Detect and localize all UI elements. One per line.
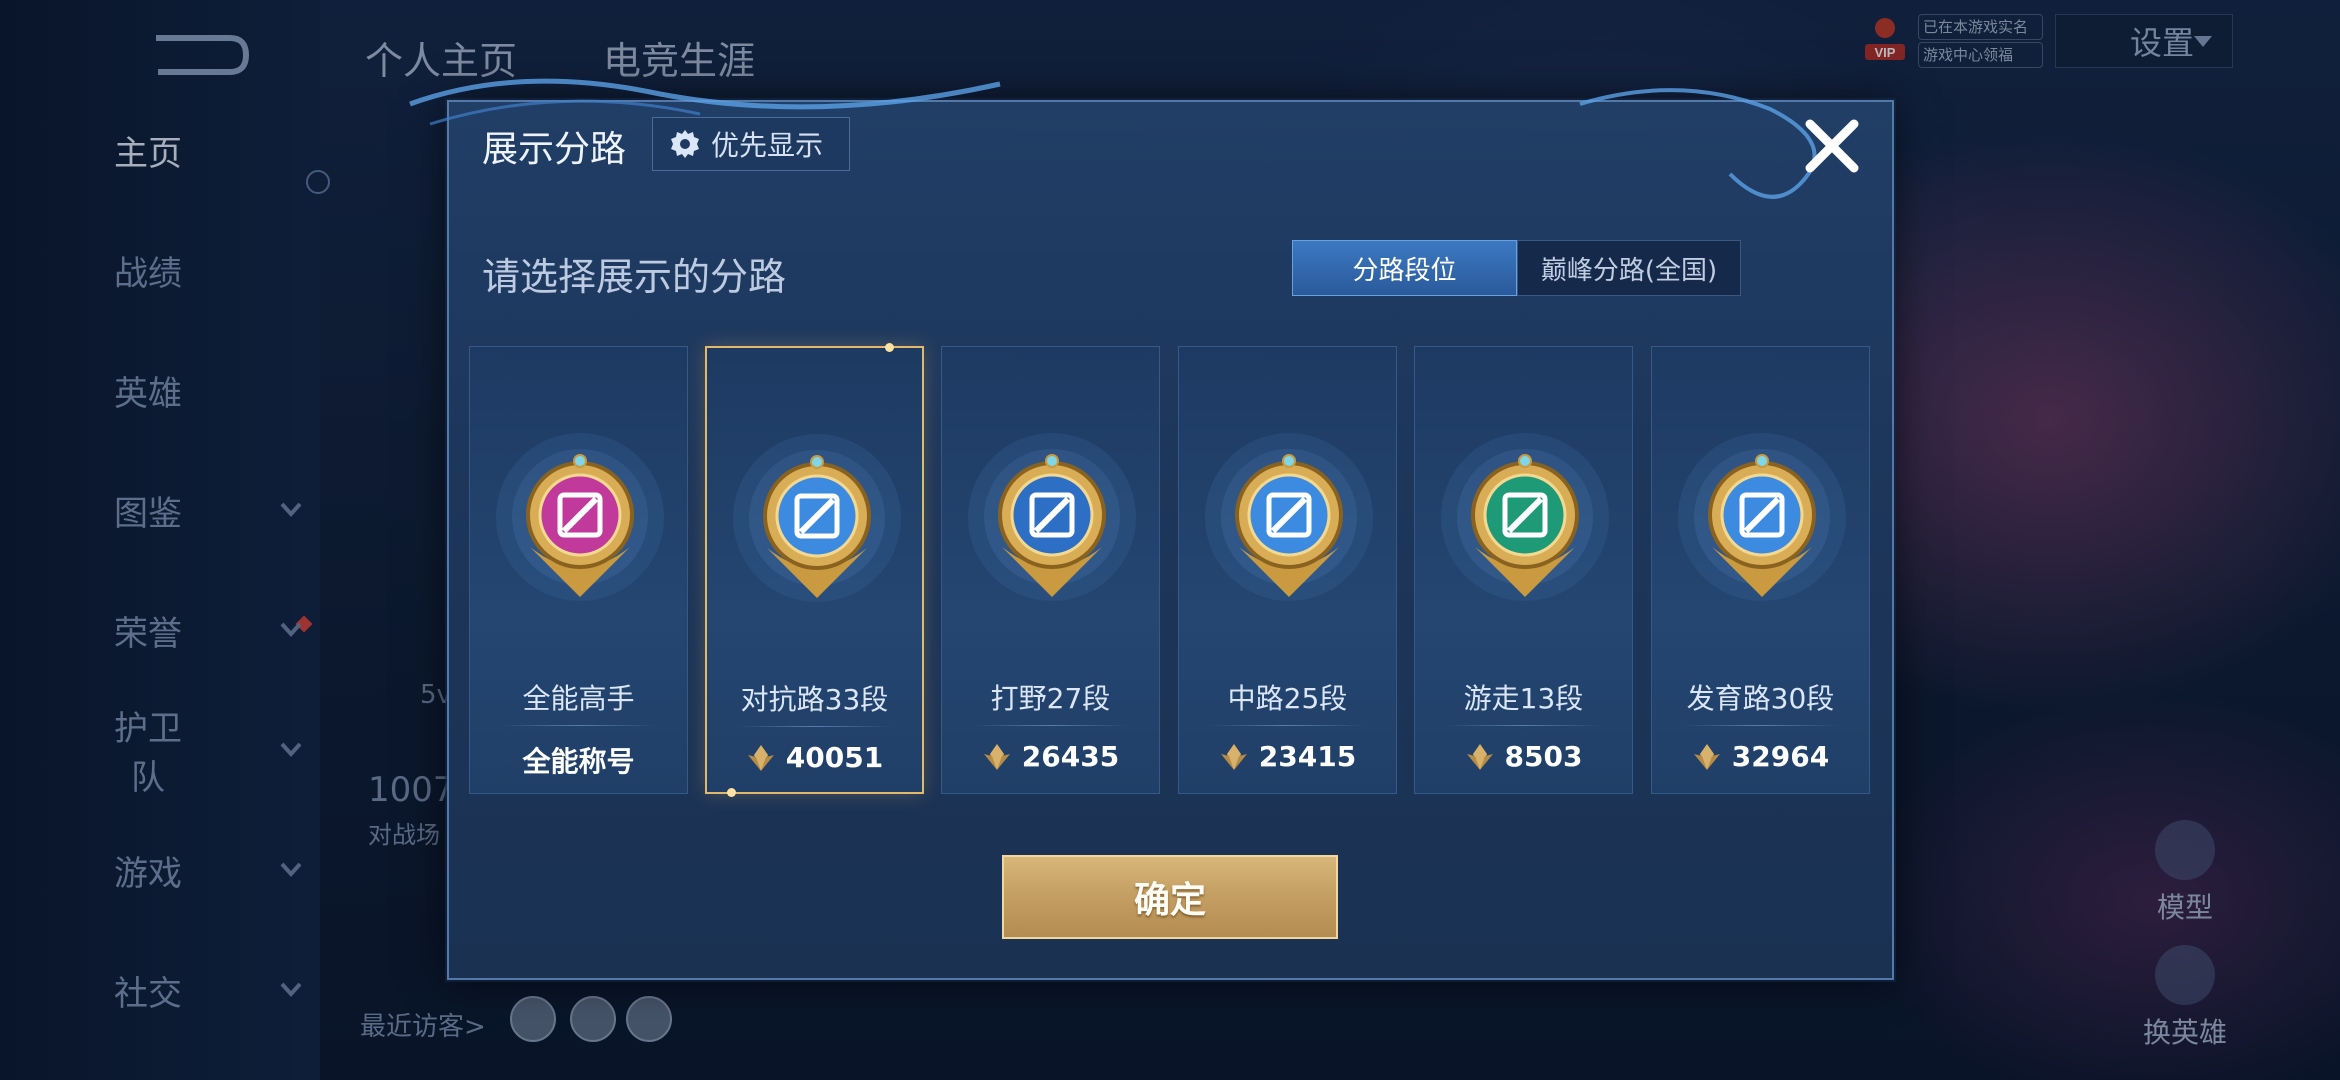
rank-point-icon bbox=[1693, 743, 1720, 770]
role-card-name: 对抗路33段 bbox=[740, 683, 889, 716]
role-card-score: 全能称号 bbox=[470, 740, 687, 780]
tab-peak-role-national[interactable]: 巅峰分路(全国) bbox=[1517, 240, 1741, 296]
divider bbox=[500, 725, 657, 726]
role-card-score: 23415 bbox=[1179, 740, 1396, 773]
role-card-score-value: 8503 bbox=[1504, 740, 1583, 773]
divider bbox=[1209, 725, 1366, 726]
confirm-button[interactable]: 确定 bbox=[1002, 855, 1338, 939]
role-card[interactable]: 打野27段 26435 bbox=[941, 346, 1160, 794]
dialog-subtitle: 请选择展示的分路 bbox=[482, 255, 787, 299]
divider bbox=[972, 725, 1129, 726]
dragon-icon bbox=[968, 433, 1136, 601]
divider bbox=[1682, 725, 1839, 726]
role-card[interactable]: 全能高手 全能称号 bbox=[469, 346, 688, 794]
crossed-swords-icon bbox=[733, 434, 901, 602]
role-card-score: 26435 bbox=[942, 740, 1159, 773]
rank-point-icon bbox=[983, 743, 1010, 770]
selection-corner bbox=[727, 788, 736, 797]
rank-point-icon bbox=[1466, 743, 1493, 770]
role-card-score-value: 40051 bbox=[785, 741, 884, 774]
gear-icon bbox=[671, 130, 699, 158]
dialog-title: 展示分路 bbox=[482, 129, 627, 170]
priority-display-label: 优先显示 bbox=[711, 129, 824, 162]
role-card[interactable]: 发育路30段 32964 bbox=[1651, 346, 1870, 794]
wings-icon bbox=[1441, 433, 1609, 601]
divider bbox=[737, 726, 892, 727]
role-card-score: 32964 bbox=[1652, 740, 1869, 773]
staff-icon bbox=[1205, 433, 1373, 601]
role-card-name: 全能高手 bbox=[522, 682, 635, 715]
role-card-score-value: 23415 bbox=[1258, 740, 1357, 773]
target-icon bbox=[1678, 433, 1846, 601]
selection-corner bbox=[885, 343, 894, 352]
role-card-score-value: 32964 bbox=[1731, 740, 1830, 773]
divider bbox=[1445, 725, 1602, 726]
role-card-name: 打野27段 bbox=[990, 682, 1111, 715]
role-card-name: 发育路30段 bbox=[1686, 682, 1835, 715]
role-card-score-value: 26435 bbox=[1021, 740, 1120, 773]
role-card[interactable]: 对抗路33段 40051 bbox=[705, 343, 924, 797]
role-card-name: 中路25段 bbox=[1227, 682, 1348, 715]
priority-display-button[interactable]: 优先显示 bbox=[652, 117, 850, 171]
tab-role-rank[interactable]: 分路段位 bbox=[1292, 240, 1517, 296]
rune-icon bbox=[496, 433, 664, 601]
role-card-score: 8503 bbox=[1415, 740, 1632, 773]
close-icon[interactable] bbox=[1798, 112, 1866, 180]
role-card-score: 40051 bbox=[707, 741, 922, 774]
role-card[interactable]: 中路25段 23415 bbox=[1178, 346, 1397, 794]
role-card-score-value: 全能称号 bbox=[522, 745, 635, 778]
role-card-name: 游走13段 bbox=[1463, 682, 1584, 715]
rank-point-icon bbox=[1220, 743, 1247, 770]
rank-point-icon bbox=[747, 744, 774, 771]
role-card[interactable]: 游走13段 8503 bbox=[1414, 346, 1633, 794]
